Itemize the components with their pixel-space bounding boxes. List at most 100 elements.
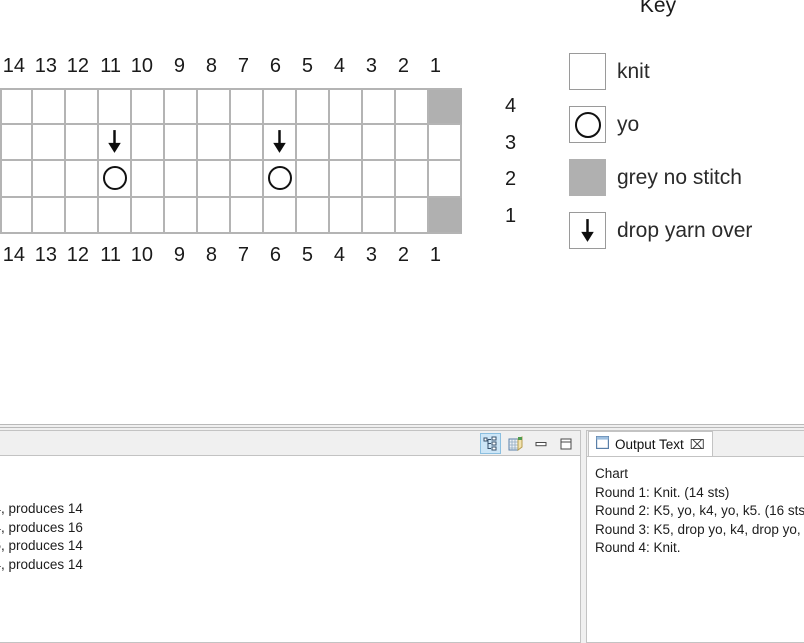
log-line: nsumes 14, produces 14: [0, 501, 83, 516]
cell-r4-c10-knit[interactable]: [132, 88, 165, 125]
cell-r3-c7-knit[interactable]: [231, 124, 264, 161]
cell-r3-c5-knit[interactable]: [297, 124, 330, 161]
stitch-grid[interactable]: [0, 88, 497, 235]
maximize-button[interactable]: [555, 433, 576, 454]
left-view-body[interactable]: nsumes 14, produces 14 nsumes 14, produce…: [0, 456, 581, 643]
cell-r1-c10-knit[interactable]: [132, 197, 165, 234]
column-label-top-10: 10: [130, 55, 153, 77]
cell-r2-c6-yo[interactable]: [264, 161, 297, 198]
cell-r3-c2-knit[interactable]: [396, 124, 429, 161]
cell-r1-c8-knit[interactable]: [198, 197, 231, 234]
minimize-button[interactable]: [530, 433, 551, 454]
cell-r3-c11-drop-yarn-over[interactable]: [99, 124, 132, 161]
key-item-label: knit: [617, 59, 650, 83]
cell-r4-c4-knit[interactable]: [330, 88, 363, 125]
cell-r1-c5-knit[interactable]: [297, 197, 330, 234]
key-item-drop-yarn-over: drop yarn over: [569, 204, 752, 257]
cell-r3-c10-knit[interactable]: [132, 124, 165, 161]
key-item-grey-no-stitch: grey no stitch: [569, 151, 752, 204]
cell-r3-c9-knit[interactable]: [165, 124, 198, 161]
yo-icon: [99, 161, 130, 196]
cell-r2-c11-yo[interactable]: [99, 161, 132, 198]
cell-r1-c11-knit[interactable]: [99, 197, 132, 234]
cell-r3-c3-knit[interactable]: [363, 124, 396, 161]
column-label-bottom-8: 8: [205, 244, 217, 266]
cell-r4-c3-knit[interactable]: [363, 88, 396, 125]
cell-r2-c5-knit[interactable]: [297, 161, 330, 198]
cell-r4-c12-knit[interactable]: [66, 88, 99, 125]
tree-outline-button[interactable]: [480, 433, 501, 454]
cell-r3-c1-knit[interactable]: [429, 124, 462, 161]
down-arrow-icon: [581, 219, 594, 242]
cell-r4-c6-knit[interactable]: [264, 88, 297, 125]
column-label-bottom-6: 6: [269, 244, 281, 266]
cell-r1-c4-knit[interactable]: [330, 197, 363, 234]
cell-r3-c14-knit[interactable]: [0, 124, 33, 161]
cell-r4-c8-knit[interactable]: [198, 88, 231, 125]
output-line: Round 1: Knit. (14 sts): [595, 484, 730, 500]
cell-r1-c7-knit[interactable]: [231, 197, 264, 234]
column-label-top-11: 11: [100, 55, 121, 77]
cell-r4-c9-knit[interactable]: [165, 88, 198, 125]
knit-swatch: [569, 53, 606, 90]
cell-r1-c6-knit[interactable]: [264, 197, 297, 234]
cell-r3-c12-knit[interactable]: [66, 124, 99, 161]
row-label-2: 2: [505, 168, 517, 190]
left-docked-view: nsumes 14, produces 14 nsumes 14, produce…: [0, 430, 581, 643]
left-view-toolbar: [480, 433, 576, 454]
key-item-label: yo: [617, 112, 640, 136]
cell-r2-c8-knit[interactable]: [198, 161, 231, 198]
column-label-top-7: 7: [237, 55, 249, 77]
output-text-body[interactable]: Chart Round 1: Knit. (14 sts) Round 2: K5,…: [586, 456, 804, 643]
row-number-column: 4 3 2 1: [505, 88, 516, 234]
cell-r3-c6-drop-yarn-over[interactable]: [264, 124, 297, 161]
cell-r4-c1-no-stitch[interactable]: [429, 88, 462, 125]
cell-r4-c14-knit[interactable]: [0, 88, 33, 125]
cell-r3-c8-knit[interactable]: [198, 124, 231, 161]
cell-r1-c13-knit[interactable]: [33, 197, 66, 234]
cell-r4-c11-knit[interactable]: [99, 88, 132, 125]
tree-outline-icon: [483, 436, 496, 450]
column-label-bottom-1: 1: [429, 244, 441, 266]
cell-r1-c14-knit[interactable]: [0, 197, 33, 234]
cell-r1-c2-knit[interactable]: [396, 197, 429, 234]
cell-r2-c7-knit[interactable]: [231, 161, 264, 198]
cell-r1-c12-knit[interactable]: [66, 197, 99, 234]
cell-r1-c1-no-stitch[interactable]: [429, 197, 462, 234]
document-icon: [596, 435, 610, 454]
cell-r3-c4-knit[interactable]: [330, 124, 363, 161]
yo-icon: [264, 161, 295, 196]
cell-r2-c4-knit[interactable]: [330, 161, 363, 198]
left-view-tabbar: [0, 430, 581, 456]
drop-yarn-over-swatch: [569, 212, 606, 249]
cell-r4-c5-knit[interactable]: [297, 88, 330, 125]
row-label-1: 1: [505, 204, 517, 227]
cell-r4-c2-knit[interactable]: [396, 88, 429, 125]
cell-r2-c2-knit[interactable]: [396, 161, 429, 198]
column-label-top-2: 2: [397, 55, 409, 77]
close-icon[interactable]: ⌧: [690, 438, 705, 451]
cell-r2-c1-knit[interactable]: [429, 161, 462, 198]
table-data-button[interactable]: [505, 433, 526, 454]
cell-r2-c14-knit[interactable]: [0, 161, 33, 198]
cell-r2-c9-knit[interactable]: [165, 161, 198, 198]
cell-r1-c9-knit[interactable]: [165, 197, 198, 234]
tab-output-text[interactable]: Output Text ⌧: [588, 431, 713, 457]
cell-r2-c12-knit[interactable]: [66, 161, 99, 198]
column-label-bottom-12: 12: [66, 244, 89, 266]
cell-r3-c13-knit[interactable]: [33, 124, 66, 161]
cell-r2-c10-knit[interactable]: [132, 161, 165, 198]
column-label-top-8: 8: [205, 55, 217, 77]
grid-row-3: [0, 124, 497, 161]
cell-r1-c3-knit[interactable]: [363, 197, 396, 234]
chart-canvas[interactable]: 14 13 12 11 10 9 8 7 6 5 4 3 2 1 4321 14 13 12 11 10 9 8 7 6 5…: [0, 0, 804, 424]
cell-r4-c7-knit[interactable]: [231, 88, 264, 125]
cell-r2-c3-knit[interactable]: [363, 161, 396, 198]
column-label-bottom-10: 10: [130, 244, 153, 266]
column-label-bottom-7: 7: [237, 244, 249, 266]
output-text-tabbar: Output Text ⌧: [586, 430, 804, 457]
cell-r2-c13-knit[interactable]: [33, 161, 66, 198]
dock-divider[interactable]: [0, 427, 804, 428]
bottom-dock: nsumes 14, produces 14 nsumes 14, produce…: [0, 424, 804, 643]
cell-r4-c13-knit[interactable]: [33, 88, 66, 125]
